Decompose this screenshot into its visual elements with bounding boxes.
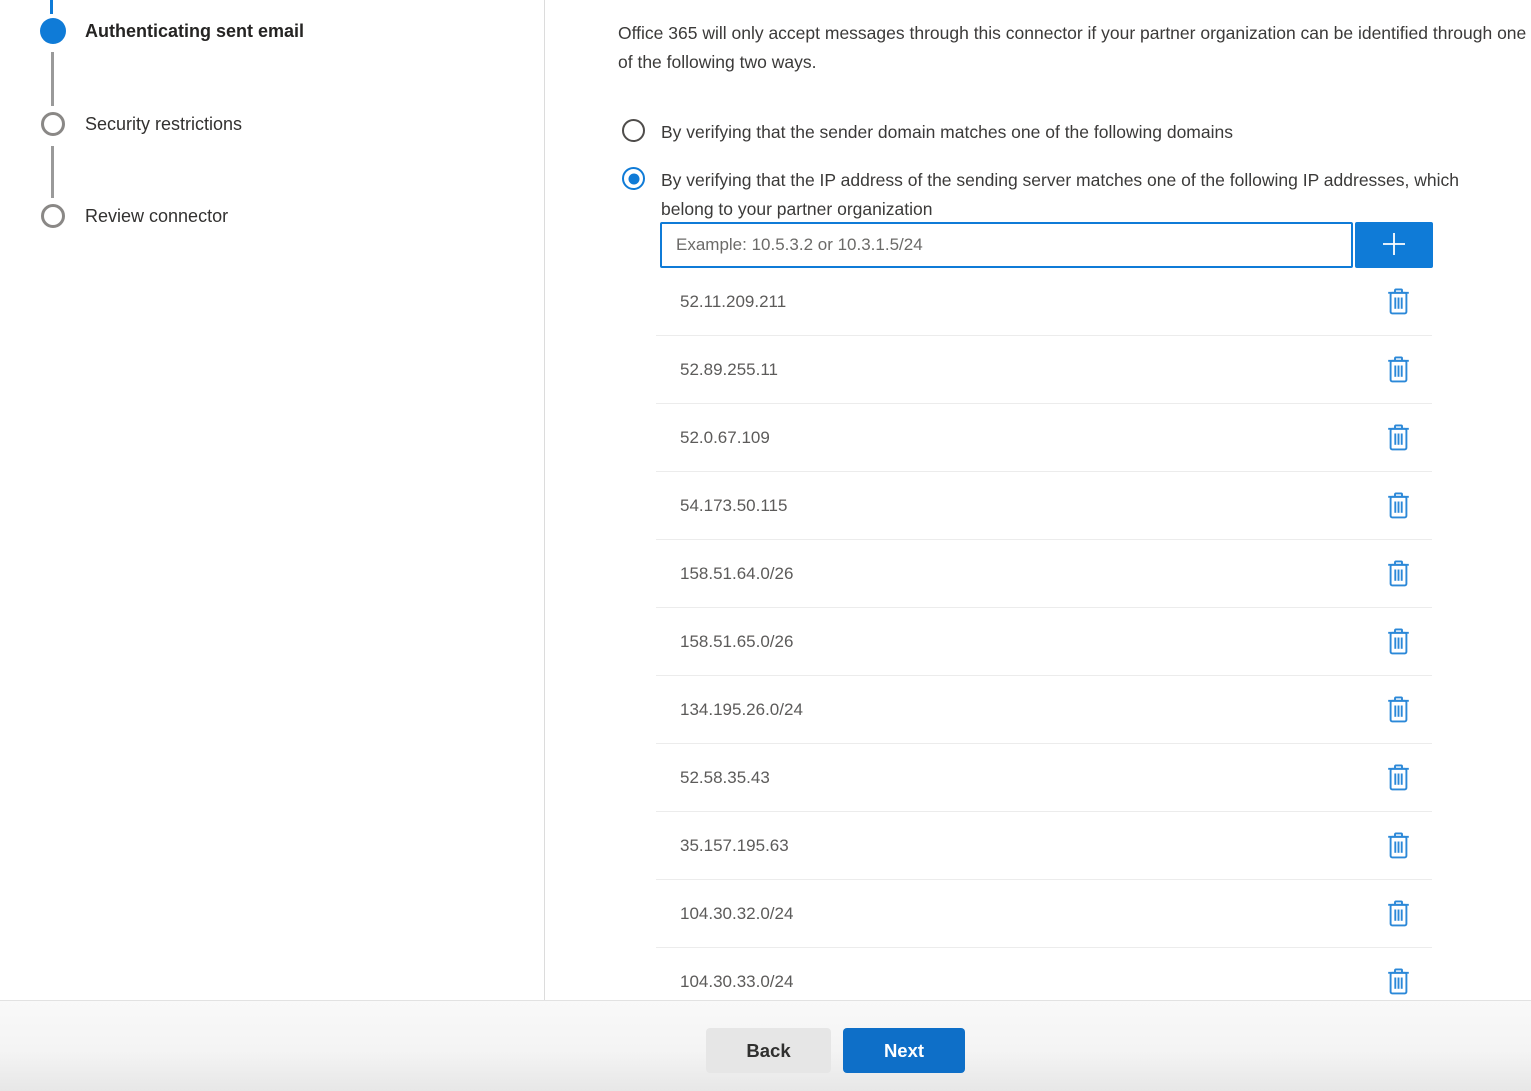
ip-address-value: 54.173.50.115: [680, 496, 787, 516]
option-verify-domain[interactable]: By verifying that the sender domain matc…: [622, 118, 1233, 147]
step-review-connector[interactable]: Review connector: [85, 206, 228, 227]
delete-ip-button[interactable]: [1385, 898, 1412, 929]
trash-icon: [1387, 303, 1410, 318]
back-button[interactable]: Back: [706, 1028, 831, 1073]
ip-row: 35.157.195.63: [656, 812, 1432, 880]
next-button[interactable]: Next: [843, 1028, 965, 1073]
ip-row: 158.51.64.0/26: [656, 540, 1432, 608]
ip-list: 52.11.209.211 52.89.255.11 52.0.67.109 54.1…: [656, 268, 1432, 1000]
connector-wizard-content: Office 365 will only accept messages thr…: [617, 0, 1531, 1000]
delete-ip-button[interactable]: [1385, 286, 1412, 317]
radio-selected-icon[interactable]: [622, 167, 645, 190]
delete-ip-button[interactable]: [1385, 354, 1412, 385]
delete-ip-button[interactable]: [1385, 966, 1412, 997]
step-security-restrictions[interactable]: Security restrictions: [85, 114, 242, 135]
radio-unselected-icon[interactable]: [622, 119, 645, 142]
trash-icon: [1387, 439, 1410, 454]
delete-ip-button[interactable]: [1385, 626, 1412, 657]
ip-row: 104.30.32.0/24: [656, 880, 1432, 948]
ip-address-value: 52.58.35.43: [680, 768, 770, 788]
trash-icon: [1387, 711, 1410, 726]
ip-address-value: 35.157.195.63: [680, 836, 789, 856]
ip-address-value: 52.0.67.109: [680, 428, 770, 448]
trash-icon: [1387, 371, 1410, 386]
trash-icon: [1387, 915, 1410, 930]
ip-row: 54.173.50.115: [656, 472, 1432, 540]
stepper-connector: [51, 52, 54, 106]
step-current-dot: [40, 18, 66, 44]
ip-row: 52.11.209.211: [656, 268, 1432, 336]
wizard-footer: Back Next: [0, 1000, 1531, 1091]
stepper-connector: [51, 146, 54, 198]
ip-address-value: 158.51.64.0/26: [680, 564, 793, 584]
add-ip-button[interactable]: [1355, 222, 1433, 268]
trash-icon: [1387, 983, 1410, 998]
ip-address-value: 134.195.26.0/24: [680, 700, 803, 720]
option-verify-ip[interactable]: By verifying that the IP address of the …: [622, 166, 1486, 223]
ip-row: 52.58.35.43: [656, 744, 1432, 812]
step-circle: [41, 204, 65, 228]
ip-address-value: 52.89.255.11: [680, 360, 778, 380]
option-verify-domain-label[interactable]: By verifying that the sender domain matc…: [661, 118, 1233, 147]
delete-ip-button[interactable]: [1385, 694, 1412, 725]
trash-icon: [1387, 779, 1410, 794]
ip-address-input[interactable]: [660, 222, 1353, 268]
trash-icon: [1387, 575, 1410, 590]
ip-entry-row: [660, 222, 1433, 268]
delete-ip-button[interactable]: [1385, 490, 1412, 521]
ip-address-value: 52.11.209.211: [680, 292, 786, 312]
stepper-connector-top: [50, 0, 53, 14]
ip-row: 52.89.255.11: [656, 336, 1432, 404]
delete-ip-button[interactable]: [1385, 558, 1412, 589]
step-authenticating-sent-email[interactable]: Authenticating sent email: [85, 21, 304, 42]
intro-text: Office 365 will only accept messages thr…: [618, 19, 1530, 76]
trash-icon: [1387, 507, 1410, 522]
ip-address-value: 158.51.65.0/26: [680, 632, 793, 652]
ip-address-value: 104.30.33.0/24: [680, 972, 793, 992]
wizard-stepper: Authenticating sent email Security restr…: [0, 0, 545, 1000]
plus-icon: [1378, 228, 1410, 263]
ip-row: 134.195.26.0/24: [656, 676, 1432, 744]
option-verify-ip-label[interactable]: By verifying that the IP address of the …: [661, 166, 1486, 223]
step-circle: [41, 112, 65, 136]
ip-address-value: 104.30.32.0/24: [680, 904, 793, 924]
ip-row: 104.30.33.0/24: [656, 948, 1432, 1000]
ip-row: 158.51.65.0/26: [656, 608, 1432, 676]
trash-icon: [1387, 847, 1410, 862]
trash-icon: [1387, 643, 1410, 658]
delete-ip-button[interactable]: [1385, 830, 1412, 861]
ip-row: 52.0.67.109: [656, 404, 1432, 472]
delete-ip-button[interactable]: [1385, 422, 1412, 453]
delete-ip-button[interactable]: [1385, 762, 1412, 793]
